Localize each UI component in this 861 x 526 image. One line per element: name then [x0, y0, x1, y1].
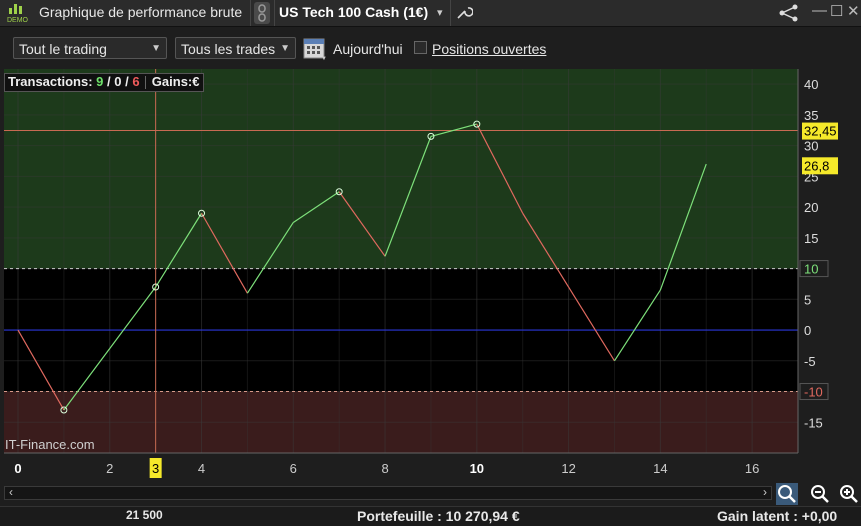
divider [145, 76, 147, 90]
y-tick-label: -5 [804, 354, 816, 369]
window-title: Graphique de performance brute [39, 4, 243, 20]
x-tick-label: 2 [106, 461, 113, 476]
y-tick-label: 0 [804, 323, 811, 338]
today-button[interactable]: Aujourd'hui [333, 41, 403, 57]
divider [250, 0, 251, 26]
y-tick-label: 15 [804, 231, 818, 246]
y-tick-label: 5 [804, 292, 811, 307]
trades-filter-select[interactable]: Tous les trades ▼ [175, 37, 296, 59]
minimize-icon[interactable]: — [812, 2, 827, 19]
scroll-right-icon[interactable]: › [763, 485, 767, 499]
transactions-info-box: Transactions: 9 / 0 / 6 Gains:€ [4, 73, 204, 92]
watermark: IT-Finance.com [5, 437, 95, 452]
x-tick-label: 4 [198, 461, 205, 476]
losses-count: 6 [132, 74, 140, 89]
trading-filter-select[interactable]: Tout le trading ▼ [13, 37, 167, 59]
trading-filter-value: Tout le trading [19, 41, 107, 57]
link-icon[interactable] [254, 2, 270, 24]
zoom-auto-icon[interactable] [776, 483, 798, 505]
open-positions-checkbox[interactable] [414, 41, 427, 54]
y-tick-label: 30 [804, 139, 818, 154]
y-tick-label: 40 [804, 77, 818, 92]
instrument-dropdown-icon[interactable]: ▾ [437, 6, 443, 19]
y-tick-label: -10 [804, 385, 823, 400]
x-tick-label: 6 [290, 461, 297, 476]
demo-label: DEMO [7, 17, 29, 24]
x-tick-label: 0 [14, 461, 21, 476]
x-tick-label: 10 [470, 461, 484, 476]
wrench-icon[interactable] [455, 3, 473, 21]
divider [274, 0, 275, 26]
x-tick-label: 8 [381, 461, 388, 476]
zoom-in-icon[interactable] [838, 483, 860, 505]
horizontal-scrollbar[interactable]: ‹ › [4, 485, 772, 500]
svg-text:▼: ▼ [321, 56, 327, 61]
x-axis-panel [0, 453, 798, 480]
x-tick-label: 16 [745, 461, 759, 476]
y-tick-label: 20 [804, 200, 818, 215]
chevron-down-icon: ▼ [151, 43, 161, 54]
footer-left-value: 21 500 [126, 508, 163, 522]
instrument-name[interactable]: US Tech 100 Cash (1€) [279, 4, 428, 20]
latent-gain: Gain latent : +0,00 [717, 508, 838, 524]
status-footer: 21 500 Portefeuille : 10 270,94 € Gain l… [0, 506, 861, 526]
close-icon[interactable]: ✕ [847, 2, 860, 20]
transactions-label: Transactions: [8, 74, 93, 89]
performance-chart[interactable]: 40 35 30 25 20 15 10 5 0 -5 -10 -15 32,45 26,8 0 2 4 6 8 10… [0, 69, 861, 480]
chevron-down-icon: ▼ [280, 43, 290, 54]
trades-filter-value: Tous les trades [181, 41, 276, 57]
price-marker-label: 32,45 [804, 124, 837, 139]
y-tick-label: 10 [804, 262, 818, 277]
x-tick-label: 14 [653, 461, 667, 476]
maximize-icon[interactable]: ☐ [830, 2, 843, 20]
separator: / [121, 74, 133, 89]
zoom-out-icon[interactable] [809, 483, 831, 505]
chart-svg[interactable]: 4035302520151050-5-10-1532,4526,80 2 4 6 8 10… [0, 69, 861, 480]
portfolio-value: Portefeuille : 10 270,94 € [357, 508, 520, 524]
cursor-x-label: 3 [152, 461, 159, 476]
divider [450, 0, 451, 26]
scroll-left-icon[interactable]: ‹ [9, 485, 13, 499]
share-icon[interactable] [778, 3, 800, 23]
gains-label: Gains: [151, 74, 193, 89]
gains-currency: € [192, 74, 200, 89]
price-marker-label: 26,8 [804, 158, 829, 173]
calendar-icon[interactable]: ▼ [302, 35, 328, 61]
title-bar: DEMO Graphique de performance brute US T… [0, 0, 861, 27]
toolbar: Tout le trading ▼ Tous les trades ▼ ▼ Au… [0, 27, 861, 69]
demo-logo-icon: DEMO [7, 4, 29, 24]
y-tick-label: 35 [804, 108, 818, 123]
separator: / [103, 74, 115, 89]
y-tick-label: -15 [804, 415, 823, 430]
x-tick-label: 12 [561, 461, 575, 476]
open-positions-label[interactable]: Positions ouvertes [432, 41, 546, 57]
